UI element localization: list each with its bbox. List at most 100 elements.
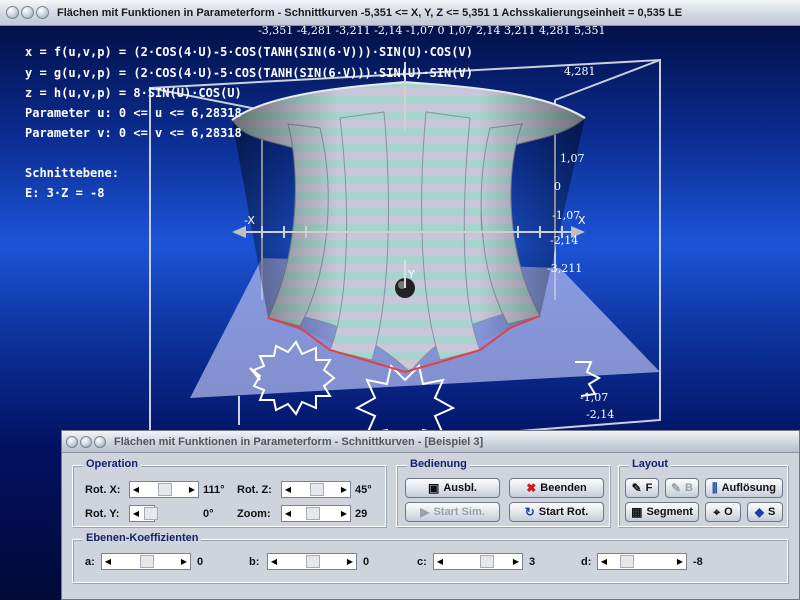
coef-d-label: d: bbox=[581, 556, 592, 568]
start-sim-button[interactable]: ▶ Start Sim. bbox=[405, 502, 500, 522]
rot-z-slider[interactable]: ◀ ▶ bbox=[281, 481, 351, 498]
window-menu-button[interactable] bbox=[6, 6, 19, 19]
rot-x-label: Rot. X: bbox=[85, 484, 121, 496]
scroll-left-icon[interactable]: ◀ bbox=[268, 554, 280, 569]
window-minimize-button[interactable] bbox=[21, 6, 34, 19]
scroll-left-icon[interactable]: ◀ bbox=[130, 506, 142, 521]
coef-d-slider[interactable]: ◀ ▶ bbox=[597, 553, 687, 570]
axis-label-y: Y bbox=[408, 268, 415, 281]
beenden-button[interactable]: ✖ Beenden bbox=[509, 478, 604, 498]
coef-b-value: 0 bbox=[363, 556, 370, 568]
operation-heading: Operation bbox=[83, 458, 141, 470]
rot-x-slider[interactable]: ◀ ▶ bbox=[129, 481, 199, 498]
rot-x-value: 111° bbox=[203, 484, 225, 496]
rot-z-label: Rot. Z: bbox=[237, 484, 272, 496]
zoom-slider[interactable]: ◀ ▶ bbox=[281, 505, 351, 522]
scroll-left-icon[interactable]: ◀ bbox=[282, 482, 294, 497]
formula-param-v: Parameter v: 0 <= v <= 6,28318 bbox=[25, 126, 242, 140]
coef-a-label: a: bbox=[85, 556, 95, 568]
scroll-left-icon[interactable]: ◀ bbox=[598, 554, 610, 569]
coef-a-value: 0 bbox=[197, 556, 204, 568]
panel-menu-button[interactable] bbox=[66, 435, 78, 448]
panel-minimize-button[interactable] bbox=[80, 435, 92, 448]
scroll-right-icon[interactable]: ▶ bbox=[178, 554, 190, 569]
scroll-right-icon[interactable]: ▶ bbox=[344, 554, 356, 569]
formula-y: y = g(u,v,p) = (2·COS(4·U)-5·COS(TANH(SI… bbox=[25, 66, 473, 80]
coef-c-value: 3 bbox=[529, 556, 536, 568]
scroll-right-icon[interactable]: ▶ bbox=[338, 482, 350, 497]
rot-y-slider[interactable]: ◀ ▶ bbox=[129, 505, 158, 522]
start-rot-button[interactable]: ↻ Start Rot. bbox=[509, 502, 604, 522]
main-window-title: Flächen mit Funktionen in Parameterform … bbox=[57, 6, 683, 19]
resolution-icon: ⫼ bbox=[712, 481, 718, 495]
zoom-value: 29 bbox=[355, 508, 368, 520]
formula-param-u: Parameter u: 0 <= u <= 6,28318 bbox=[25, 106, 242, 120]
crosshair-icon: ⌖ bbox=[713, 505, 721, 519]
plane-equation: E: 3·Z = -8 bbox=[25, 186, 105, 200]
zoom-label: Zoom: bbox=[237, 508, 271, 520]
brush-icon: ✎ bbox=[631, 481, 642, 495]
scroll-right-icon[interactable]: ▶ bbox=[186, 482, 198, 497]
right-tick-4: -2,14 bbox=[550, 234, 579, 247]
rot-y-label: Rot. Y: bbox=[85, 508, 120, 520]
scroll-left-icon[interactable]: ◀ bbox=[282, 506, 294, 521]
fill-button[interactable]: ✎ F bbox=[625, 478, 659, 498]
slider-thumb[interactable] bbox=[306, 507, 320, 520]
scroll-left-icon[interactable]: ◀ bbox=[434, 554, 446, 569]
coef-b-slider[interactable]: ◀ ▶ bbox=[267, 553, 357, 570]
bottom-tick-1: -2,14 bbox=[586, 408, 615, 421]
aufloesung-button[interactable]: ⫼ Auflösung bbox=[705, 478, 783, 498]
right-tick-1: 1,07 bbox=[560, 152, 585, 165]
hide-icon: ▣ bbox=[428, 481, 440, 495]
right-tick-0: 4,281 bbox=[564, 65, 596, 78]
panel-maximize-button[interactable] bbox=[94, 435, 106, 448]
rot-y-value: 0° bbox=[203, 508, 214, 520]
axis-label-neg-x: -X bbox=[244, 214, 255, 227]
coef-a-slider[interactable]: ◀ ▶ bbox=[101, 553, 191, 570]
coefficients-group: Ebenen-Koeffizienten a: ◀ ▶ 0 b: ◀ ▶ 0 c… bbox=[72, 532, 788, 583]
panel-titlebar[interactable]: Flächen mit Funktionen in Parameterform … bbox=[62, 431, 799, 453]
panel-window-controls bbox=[66, 435, 106, 448]
coefficients-heading: Ebenen-Koeffizienten bbox=[83, 532, 202, 544]
slider-thumb[interactable] bbox=[140, 555, 154, 568]
rot-z-value: 45° bbox=[355, 484, 372, 496]
s-button[interactable]: ◆ S bbox=[747, 502, 783, 522]
scroll-left-icon[interactable]: ◀ bbox=[102, 554, 114, 569]
close-icon: ✖ bbox=[526, 481, 537, 495]
plane-heading: Schnittebene: bbox=[25, 166, 119, 180]
right-tick-2: 0 bbox=[554, 180, 561, 193]
paint-icon: ◆ bbox=[754, 505, 764, 519]
panel-title: Flächen mit Funktionen in Parameterform … bbox=[114, 435, 484, 448]
scroll-right-icon[interactable]: ▶ bbox=[338, 506, 350, 521]
play-icon: ▶ bbox=[420, 505, 430, 519]
control-panel: Flächen mit Funktionen in Parameterform … bbox=[61, 430, 800, 600]
scroll-right-icon[interactable]: ▶ bbox=[674, 554, 686, 569]
coef-b-label: b: bbox=[249, 556, 260, 568]
slider-thumb[interactable] bbox=[144, 507, 158, 520]
scroll-left-icon[interactable]: ◀ bbox=[130, 482, 142, 497]
window-maximize-button[interactable] bbox=[36, 6, 49, 19]
scroll-right-icon[interactable]: ▶ bbox=[510, 554, 522, 569]
rotate-icon: ↻ bbox=[524, 505, 535, 519]
right-tick-5: -3,211 bbox=[547, 262, 583, 275]
main-titlebar[interactable]: Flächen mit Funktionen in Parameterform … bbox=[0, 0, 800, 26]
grid-icon: ▦ bbox=[631, 505, 643, 519]
coef-c-slider[interactable]: ◀ ▶ bbox=[433, 553, 523, 570]
slider-thumb[interactable] bbox=[158, 483, 172, 496]
slider-thumb[interactable] bbox=[620, 555, 634, 568]
slider-thumb[interactable] bbox=[310, 483, 324, 496]
formula-z: z = h(u,v,p) = 8·SIN(U)·COS(U) bbox=[25, 86, 242, 100]
operation-group: Operation Rot. X: ◀ ▶ 111° Rot. Z: ◀ ▶ 4… bbox=[72, 458, 386, 527]
ausbl-button[interactable]: ▣ Ausbl. bbox=[405, 478, 500, 498]
slider-thumb[interactable] bbox=[306, 555, 320, 568]
layout-heading: Layout bbox=[629, 458, 672, 470]
formula-x: x = f(u,v,p) = (2·COS(4·U)-5·COS(TANH(SI… bbox=[25, 45, 473, 59]
slider-thumb[interactable] bbox=[480, 555, 494, 568]
b-button[interactable]: ✎ B bbox=[665, 478, 699, 498]
origin-button[interactable]: ⌖ O bbox=[705, 502, 741, 522]
bucket-icon: ✎ bbox=[670, 481, 682, 495]
coef-d-value: -8 bbox=[693, 556, 703, 568]
segment-button[interactable]: ▦ Segment bbox=[625, 502, 699, 522]
coef-c-label: c: bbox=[417, 556, 427, 568]
top-tick-labels: -3,351 -4,281 -3,211 -2,14 -1,07 0 1,07 … bbox=[258, 26, 606, 37]
